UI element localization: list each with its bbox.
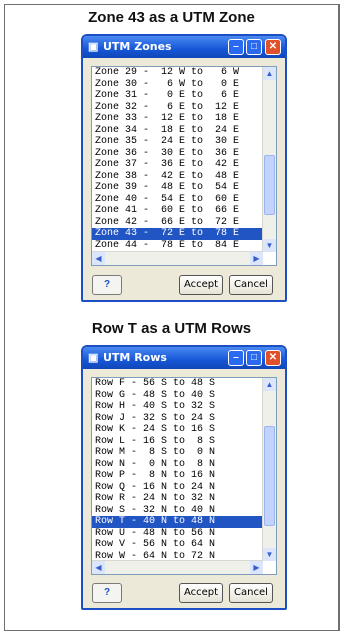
accept-button[interactable]: Accept	[179, 275, 223, 295]
list-item[interactable]: Zone 36 - 30 E to 36 E	[92, 148, 263, 160]
list-item[interactable]: Zone 41 - 60 E to 66 E	[92, 205, 263, 217]
minimize-icon[interactable]: –	[228, 350, 244, 366]
cancel-button[interactable]: Cancel	[229, 583, 273, 603]
title-bar[interactable]: ▣ UTM Rows – □ ✕	[83, 347, 285, 369]
utm-zones-window: ▣ UTM Zones – □ ✕ Zone 29 - 12 W to 6 WZ…	[81, 34, 287, 302]
list-item[interactable]: Zone 37 - 36 E to 42 E	[92, 159, 263, 171]
list-item[interactable]: Zone 29 - 12 W to 6 W	[92, 67, 263, 79]
list-item[interactable]: Row P - 8 N to 16 N	[92, 470, 263, 482]
scroll-down-icon[interactable]: ▼	[263, 239, 276, 252]
list-item[interactable]: Row G - 48 S to 40 S	[92, 390, 263, 402]
close-icon[interactable]: ✕	[265, 350, 281, 366]
minimize-icon[interactable]: –	[228, 39, 244, 55]
scroll-right-icon[interactable]: ▶	[250, 561, 263, 574]
vertical-scrollbar[interactable]: ▲ ▼	[262, 67, 276, 252]
list-item[interactable]: Row L - 16 S to 8 S	[92, 436, 263, 448]
zone-list-rows: Zone 29 - 12 W to 6 W Zone 30 - 6 W to 0 …	[92, 67, 263, 252]
list-item[interactable]: Zone 38 - 42 E to 48 E	[92, 171, 263, 183]
cancel-button[interactable]: Cancel	[229, 275, 273, 295]
list-item[interactable]: Row R - 24 N to 32 N	[92, 493, 263, 505]
app-icon: ▣	[88, 352, 99, 364]
list-item[interactable]: Zone 34 - 18 E to 24 E	[92, 125, 263, 137]
list-item[interactable]: Row M - 8 S to 0 N	[92, 447, 263, 459]
list-item[interactable]: Row H - 40 S to 32 S	[92, 401, 263, 413]
list-item[interactable]: Zone 30 - 6 W to 0 E	[92, 79, 263, 91]
dialog-footer: ? Accept Cancel	[83, 580, 285, 606]
scroll-up-icon[interactable]: ▲	[263, 378, 276, 391]
list-item[interactable]: Row T - 40 N to 48 N	[92, 516, 263, 528]
scroll-left-icon[interactable]: ◀	[92, 561, 105, 574]
title-bar[interactable]: ▣ UTM Zones – □ ✕	[83, 36, 285, 58]
list-item[interactable]: Zone 32 - 6 E to 12 E	[92, 102, 263, 114]
list-item[interactable]: Zone 35 - 24 E to 30 E	[92, 136, 263, 148]
dialog-footer: ? Accept Cancel	[83, 272, 285, 298]
zone-list[interactable]: Zone 29 - 12 W to 6 W Zone 30 - 6 W to 0 …	[91, 66, 277, 266]
help-icon: ?	[103, 587, 111, 598]
list-item[interactable]: Row N - 0 N to 8 N	[92, 459, 263, 471]
help-button[interactable]: ?	[92, 583, 122, 603]
list-item[interactable]: Row S - 32 N to 40 N	[92, 505, 263, 517]
scroll-down-icon[interactable]: ▼	[263, 548, 276, 561]
list-item[interactable]: Zone 39 - 48 E to 54 E	[92, 182, 263, 194]
vertical-scrollbar[interactable]: ▲ ▼	[262, 378, 276, 561]
window-title: UTM Rows	[103, 351, 167, 364]
accept-button[interactable]: Accept	[179, 583, 223, 603]
scroll-thumb[interactable]	[264, 426, 275, 526]
help-icon: ?	[103, 279, 111, 290]
list-item[interactable]: Zone 40 - 54 E to 60 E	[92, 194, 263, 206]
horizontal-scrollbar[interactable]: ◀ ▶	[92, 251, 263, 265]
scroll-thumb[interactable]	[264, 155, 275, 215]
list-item[interactable]: Row J - 32 S to 24 S	[92, 413, 263, 425]
help-button[interactable]: ?	[92, 275, 122, 295]
list-item[interactable]: Zone 31 - 0 E to 6 E	[92, 90, 263, 102]
utm-rows-window: ▣ UTM Rows – □ ✕ Row F - 56 S to 48 S Row…	[81, 345, 287, 610]
zone-caption: Zone 43 as a UTM Zone	[88, 9, 255, 26]
list-item[interactable]: Row K - 24 S to 16 S	[92, 424, 263, 436]
maximize-icon[interactable]: □	[246, 39, 262, 55]
scroll-left-icon[interactable]: ◀	[92, 252, 105, 265]
scroll-right-icon[interactable]: ▶	[250, 252, 263, 265]
list-item[interactable]: Zone 44 - 78 E to 84 E	[92, 240, 263, 252]
list-item[interactable]: Row F - 56 S to 48 S	[92, 378, 263, 390]
window-title: UTM Zones	[103, 40, 172, 53]
row-list-rows: Row F - 56 S to 48 S Row G - 48 S to 40 S…	[92, 378, 263, 561]
list-item[interactable]: Zone 43 - 72 E to 78 E	[92, 228, 263, 240]
list-item[interactable]: Row Q - 16 N to 24 N	[92, 482, 263, 494]
app-icon: ▣	[88, 41, 99, 53]
list-item[interactable]: Zone 42 - 66 E to 72 E	[92, 217, 263, 229]
row-caption: Row T as a UTM Rows	[91, 320, 252, 337]
row-list[interactable]: Row F - 56 S to 48 S Row G - 48 S to 40 S…	[91, 377, 277, 575]
list-item[interactable]: Row V - 56 N to 64 N	[92, 539, 263, 551]
list-item[interactable]: Zone 33 - 12 E to 18 E	[92, 113, 263, 125]
close-icon[interactable]: ✕	[265, 39, 281, 55]
scroll-up-icon[interactable]: ▲	[263, 67, 276, 80]
list-item[interactable]: Row U - 48 N to 56 N	[92, 528, 263, 540]
maximize-icon[interactable]: □	[246, 350, 262, 366]
horizontal-scrollbar[interactable]: ◀ ▶	[92, 560, 263, 574]
